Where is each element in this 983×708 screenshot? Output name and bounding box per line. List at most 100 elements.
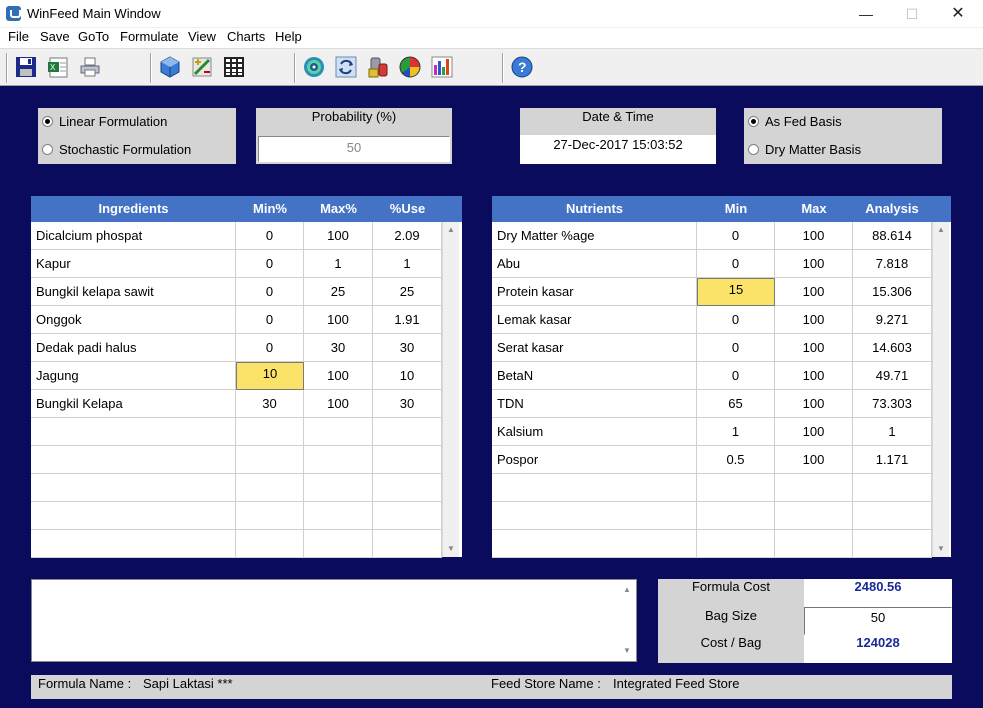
ingredients-cell[interactable] [373, 474, 442, 502]
menu-file[interactable]: File [6, 29, 31, 44]
nutrients-cell[interactable]: 9.271 [853, 306, 932, 334]
ingredients-cell[interactable]: Bungkil kelapa sawit [31, 278, 236, 306]
ingredients-cell[interactable]: 100 [304, 222, 373, 250]
nutrients-cell[interactable]: Pospor [492, 446, 697, 474]
nutrients-cell[interactable] [697, 502, 775, 530]
nutrients-cell[interactable]: 0 [697, 222, 775, 250]
nutrients-cell[interactable]: BetaN [492, 362, 697, 390]
nutrient-tool-icon[interactable] [188, 53, 216, 81]
nutrients-cell[interactable]: 100 [775, 306, 853, 334]
notes-textarea[interactable]: ▲ ▼ [31, 579, 637, 662]
ingredients-cell[interactable] [236, 418, 304, 446]
radio-selected[interactable] [42, 116, 53, 127]
ingredients-cell[interactable]: 0 [236, 306, 304, 334]
nutrients-cell[interactable]: 100 [775, 390, 853, 418]
ingredients-cell[interactable]: 100 [304, 306, 373, 334]
close-button[interactable]: ✕ [935, 0, 981, 28]
ingredients-cell[interactable]: 100 [304, 390, 373, 418]
ingredients-cell[interactable]: 1 [373, 250, 442, 278]
ingredients-cell[interactable]: 30 [236, 390, 304, 418]
nutrients-cell[interactable]: Dry Matter %age [492, 222, 697, 250]
nutrients-cell[interactable]: 73.303 [853, 390, 932, 418]
ingredients-cell[interactable] [236, 502, 304, 530]
ingredients-cell[interactable] [304, 418, 373, 446]
ingredients-cell[interactable] [304, 474, 373, 502]
ingredients-cell[interactable] [31, 530, 236, 558]
nutrients-cell[interactable]: 100 [775, 222, 853, 250]
col-header-max[interactable]: Max [775, 196, 853, 222]
save-disk-icon[interactable] [12, 53, 40, 81]
ingredients-cell[interactable]: 0 [236, 222, 304, 250]
formulate-target-icon[interactable] [300, 53, 328, 81]
ingredients-cell[interactable] [304, 446, 373, 474]
ingredients-cell-selected[interactable]: 10 [236, 362, 304, 390]
stochastic-formulation-option[interactable]: Stochastic Formulation [42, 142, 191, 157]
radio-unselected[interactable] [42, 144, 53, 155]
probability-input[interactable]: 50 [258, 136, 450, 162]
ingredients-cell[interactable]: 1.91 [373, 306, 442, 334]
ingredients-cell[interactable] [373, 446, 442, 474]
ingredients-cell[interactable]: Jagung [31, 362, 236, 390]
menu-charts[interactable]: Charts [225, 29, 267, 44]
ingredients-cell[interactable] [236, 530, 304, 558]
nutrients-cell[interactable]: 1.171 [853, 446, 932, 474]
nutrients-cell[interactable]: Kalsium [492, 418, 697, 446]
nutrients-cell[interactable]: 1 [853, 418, 932, 446]
nutrients-cell[interactable] [697, 530, 775, 558]
nutrients-cell[interactable] [492, 474, 697, 502]
ingredients-cell[interactable] [373, 502, 442, 530]
ingredients-cell[interactable] [31, 474, 236, 502]
ingredient-cube-icon[interactable] [156, 53, 184, 81]
print-icon[interactable] [76, 53, 104, 81]
scroll-up-arrow-icon[interactable]: ▲ [619, 582, 635, 598]
nutrients-cell[interactable]: Serat kasar [492, 334, 697, 362]
ingredients-cell[interactable]: 0 [236, 334, 304, 362]
nutrients-cell[interactable] [775, 502, 853, 530]
ingredients-cell[interactable]: Dedak padi halus [31, 334, 236, 362]
linear-formulation-option[interactable]: Linear Formulation [42, 114, 167, 129]
nutrients-cell[interactable]: Abu [492, 250, 697, 278]
scroll-down-arrow-icon[interactable]: ▼ [443, 541, 459, 557]
ingredients-cell[interactable]: 30 [373, 390, 442, 418]
nutrients-cell[interactable]: 0 [697, 362, 775, 390]
menu-save[interactable]: Save [38, 29, 72, 44]
calculator-grid-icon[interactable] [220, 53, 248, 81]
cycle-refresh-icon[interactable] [332, 53, 360, 81]
radio-unselected[interactable] [748, 144, 759, 155]
ingredients-cell[interactable]: Onggok [31, 306, 236, 334]
nutrients-cell[interactable]: 0 [697, 306, 775, 334]
ingredients-cell[interactable]: 10 [373, 362, 442, 390]
bar-chart-icon[interactable] [428, 53, 456, 81]
ingredients-cell[interactable]: 30 [373, 334, 442, 362]
ingredients-cell[interactable] [373, 418, 442, 446]
radio-selected[interactable] [748, 116, 759, 127]
nutrients-cell[interactable]: Protein kasar [492, 278, 697, 306]
nutrients-cell[interactable] [697, 474, 775, 502]
nutrients-cell[interactable] [853, 474, 932, 502]
ingredients-cell[interactable]: 100 [304, 362, 373, 390]
menu-help[interactable]: Help [273, 29, 304, 44]
bag-size-input[interactable]: 50 [804, 607, 952, 635]
ingredients-cell[interactable]: Kapur [31, 250, 236, 278]
maximize-button[interactable]: ☐ [889, 0, 935, 28]
menu-view[interactable]: View [186, 29, 218, 44]
feed-mixer-icon[interactable] [364, 53, 392, 81]
nutrients-cell[interactable]: 100 [775, 278, 853, 306]
ingredients-scrollbar[interactable]: ▲ ▼ [442, 222, 459, 557]
ingredients-cell[interactable]: 2.09 [373, 222, 442, 250]
nutrients-cell[interactable]: TDN [492, 390, 697, 418]
excel-export-icon[interactable]: X [44, 53, 72, 81]
nutrients-cell[interactable]: 0 [697, 250, 775, 278]
ingredients-cell[interactable] [373, 530, 442, 558]
nutrients-cell[interactable] [853, 530, 932, 558]
scroll-down-arrow-icon[interactable]: ▼ [619, 643, 635, 659]
ingredients-cell[interactable] [236, 474, 304, 502]
col-header-analysis[interactable]: Analysis [853, 196, 931, 222]
pie-chart-icon[interactable] [396, 53, 424, 81]
nutrients-cell[interactable]: 100 [775, 250, 853, 278]
scroll-up-arrow-icon[interactable]: ▲ [443, 222, 459, 238]
nutrients-cell[interactable]: 49.71 [853, 362, 932, 390]
help-icon[interactable]: ? [508, 53, 536, 81]
notes-scrollbar[interactable]: ▲ ▼ [619, 580, 636, 661]
nutrients-cell[interactable]: 1 [697, 418, 775, 446]
